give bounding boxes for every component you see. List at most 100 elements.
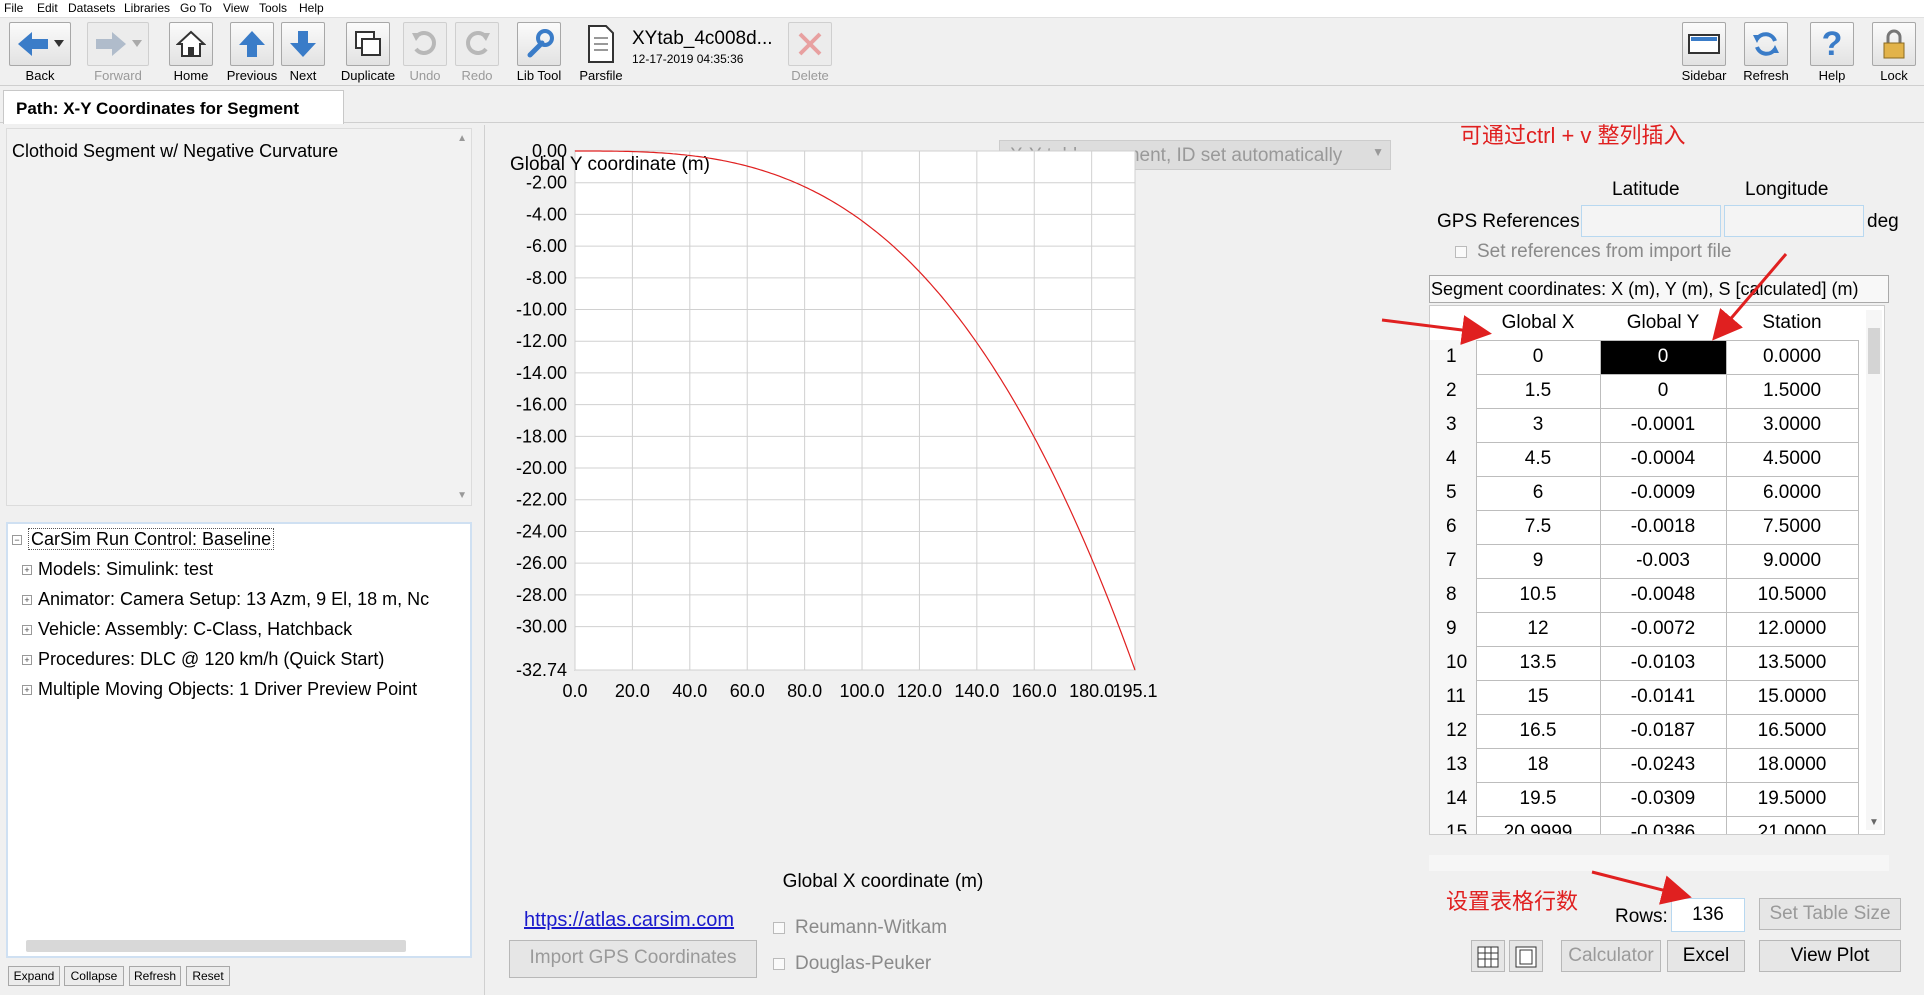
global-y-cell[interactable]: 0 [1599, 339, 1727, 375]
lock-button[interactable]: Lock [1868, 22, 1920, 86]
global-x-cell[interactable]: 6 [1475, 475, 1601, 511]
expand-icon[interactable]: + [22, 595, 32, 606]
delete-button[interactable]: Delete [781, 22, 839, 86]
tree-item-animator[interactable]: + Animator: Camera Setup: 13 Azm, 9 El, 1… [22, 589, 429, 610]
global-x-cell[interactable]: 18 [1475, 747, 1601, 783]
global-x-cell[interactable]: 13.5 [1475, 645, 1601, 681]
atlas-link[interactable]: https://atlas.carsim.com [524, 909, 734, 932]
collapse-icon[interactable]: − [12, 535, 22, 546]
menu-help[interactable]: Help [299, 1, 324, 15]
global-x-cell[interactable]: 0 [1475, 339, 1601, 375]
scrollbar-thumb[interactable] [1868, 328, 1880, 374]
station-cell[interactable]: 3.0000 [1725, 407, 1859, 443]
global-y-cell[interactable]: -0.0103 [1599, 645, 1727, 681]
global-y-cell[interactable]: 0 [1599, 373, 1727, 409]
reumann-witkam-option[interactable]: Reumann-Witkam [773, 917, 947, 939]
global-y-cell[interactable]: -0.0243 [1599, 747, 1727, 783]
help-button[interactable]: ? Help [1806, 22, 1858, 86]
refresh-button[interactable]: Refresh [1740, 22, 1792, 86]
station-cell[interactable]: 0.0000 [1725, 339, 1859, 375]
scroll-up-icon[interactable]: ▲ [457, 133, 467, 144]
view-plot-button[interactable]: View Plot [1759, 940, 1901, 972]
tree-item-procedures[interactable]: + Procedures: DLC @ 120 km/h (Quick Start… [22, 649, 384, 670]
excel-button[interactable]: Excel [1667, 940, 1745, 972]
station-cell[interactable]: 9.0000 [1725, 543, 1859, 579]
station-cell[interactable]: 10.5000 [1725, 577, 1859, 613]
description-box[interactable]: Clothoid Segment w/ Negative Curvature ▲… [6, 128, 472, 506]
station-cell[interactable]: 21.0000 [1725, 815, 1859, 834]
menu-file[interactable]: File [4, 1, 23, 15]
station-cell[interactable]: 1.5000 [1725, 373, 1859, 409]
set-table-size-button[interactable]: Set Table Size [1759, 898, 1901, 930]
global-x-cell[interactable]: 3 [1475, 407, 1601, 443]
global-y-cell[interactable]: -0.0009 [1599, 475, 1727, 511]
global-x-cell[interactable]: 7.5 [1475, 509, 1601, 545]
expand-icon[interactable]: + [22, 655, 32, 666]
expand-icon[interactable]: + [22, 685, 32, 696]
douglas-peuker-option[interactable]: Douglas-Peuker [773, 953, 931, 975]
tree-refresh-button[interactable]: Refresh [129, 966, 181, 986]
station-cell[interactable]: 15.0000 [1725, 679, 1859, 715]
global-y-cell[interactable]: -0.0048 [1599, 577, 1727, 613]
sidebar-button[interactable]: Sidebar [1678, 22, 1730, 86]
rows-input[interactable]: 136 [1671, 898, 1745, 932]
home-button[interactable]: Home [162, 22, 220, 86]
global-x-cell[interactable]: 16.5 [1475, 713, 1601, 749]
global-x-cell[interactable]: 9 [1475, 543, 1601, 579]
table-view-toggle[interactable] [1471, 940, 1505, 972]
global-x-cell[interactable]: 10.5 [1475, 577, 1601, 613]
table-horizontal-scrollbar[interactable] [1429, 855, 1889, 871]
horizontal-scrollbar[interactable] [26, 940, 406, 952]
menu-goto[interactable]: Go To [180, 1, 212, 15]
global-y-cell[interactable]: -0.0141 [1599, 679, 1727, 715]
expand-icon[interactable]: + [22, 565, 32, 576]
expand-icon[interactable]: + [22, 625, 32, 636]
previous-button[interactable]: Previous [223, 22, 281, 86]
back-button[interactable]: Back [8, 22, 72, 86]
panel-view-toggle[interactable] [1509, 940, 1543, 972]
global-y-cell[interactable]: -0.0386 [1599, 815, 1727, 834]
station-cell[interactable]: 16.5000 [1725, 713, 1859, 749]
lib-tool-button[interactable]: Lib Tool [510, 22, 568, 86]
import-gps-button[interactable]: Import GPS Coordinates [509, 940, 757, 978]
vertical-scrollbar[interactable]: ▼ [1866, 310, 1882, 830]
global-y-cell[interactable]: -0.0187 [1599, 713, 1727, 749]
station-cell[interactable]: 18.0000 [1725, 747, 1859, 783]
global-x-cell[interactable]: 1.5 [1475, 373, 1601, 409]
parsfile-button[interactable]: Parsfile [572, 22, 630, 86]
undo-button[interactable]: Undo [396, 22, 454, 86]
tree-item-vehicle[interactable]: + Vehicle: Assembly: C-Class, Hatchback [22, 619, 352, 640]
station-cell[interactable]: 6.0000 [1725, 475, 1859, 511]
station-cell[interactable]: 4.5000 [1725, 441, 1859, 477]
forward-button[interactable]: Forward [86, 22, 150, 86]
global-y-cell[interactable]: -0.0072 [1599, 611, 1727, 647]
menu-view[interactable]: View [223, 1, 249, 15]
global-x-cell[interactable]: 4.5 [1475, 441, 1601, 477]
station-cell[interactable]: 13.5000 [1725, 645, 1859, 681]
redo-button[interactable]: Redo [448, 22, 506, 86]
global-x-cell[interactable]: 20.9999 [1475, 815, 1601, 834]
reset-button[interactable]: Reset [186, 966, 230, 986]
global-y-cell[interactable]: -0.0001 [1599, 407, 1727, 443]
global-y-cell[interactable]: -0.0018 [1599, 509, 1727, 545]
menu-libraries[interactable]: Libraries [124, 1, 170, 15]
menu-datasets[interactable]: Datasets [68, 1, 115, 15]
next-button[interactable]: Next [274, 22, 332, 86]
collapse-button[interactable]: Collapse [64, 966, 124, 986]
station-cell[interactable]: 19.5000 [1725, 781, 1859, 817]
global-x-cell[interactable]: 12 [1475, 611, 1601, 647]
set-references-checkbox[interactable]: Set references from import file [1455, 241, 1731, 263]
tab-xy-coordinates[interactable]: Path: X-Y Coordinates for Segment [3, 90, 344, 124]
menu-tools[interactable]: Tools [259, 1, 287, 15]
scroll-down-icon[interactable]: ▼ [457, 490, 467, 501]
tree-item-models[interactable]: + Models: Simulink: test [22, 559, 213, 580]
expand-button[interactable]: Expand [8, 966, 60, 986]
tree-item-moving-objects[interactable]: + Multiple Moving Objects: 1 Driver Previ… [22, 679, 417, 700]
longitude-input[interactable] [1724, 205, 1864, 237]
global-x-cell[interactable]: 15 [1475, 679, 1601, 715]
duplicate-button[interactable]: Duplicate [336, 22, 400, 86]
station-cell[interactable]: 7.5000 [1725, 509, 1859, 545]
global-y-cell[interactable]: -0.003 [1599, 543, 1727, 579]
global-x-cell[interactable]: 19.5 [1475, 781, 1601, 817]
calculator-button[interactable]: Calculator [1561, 940, 1661, 972]
